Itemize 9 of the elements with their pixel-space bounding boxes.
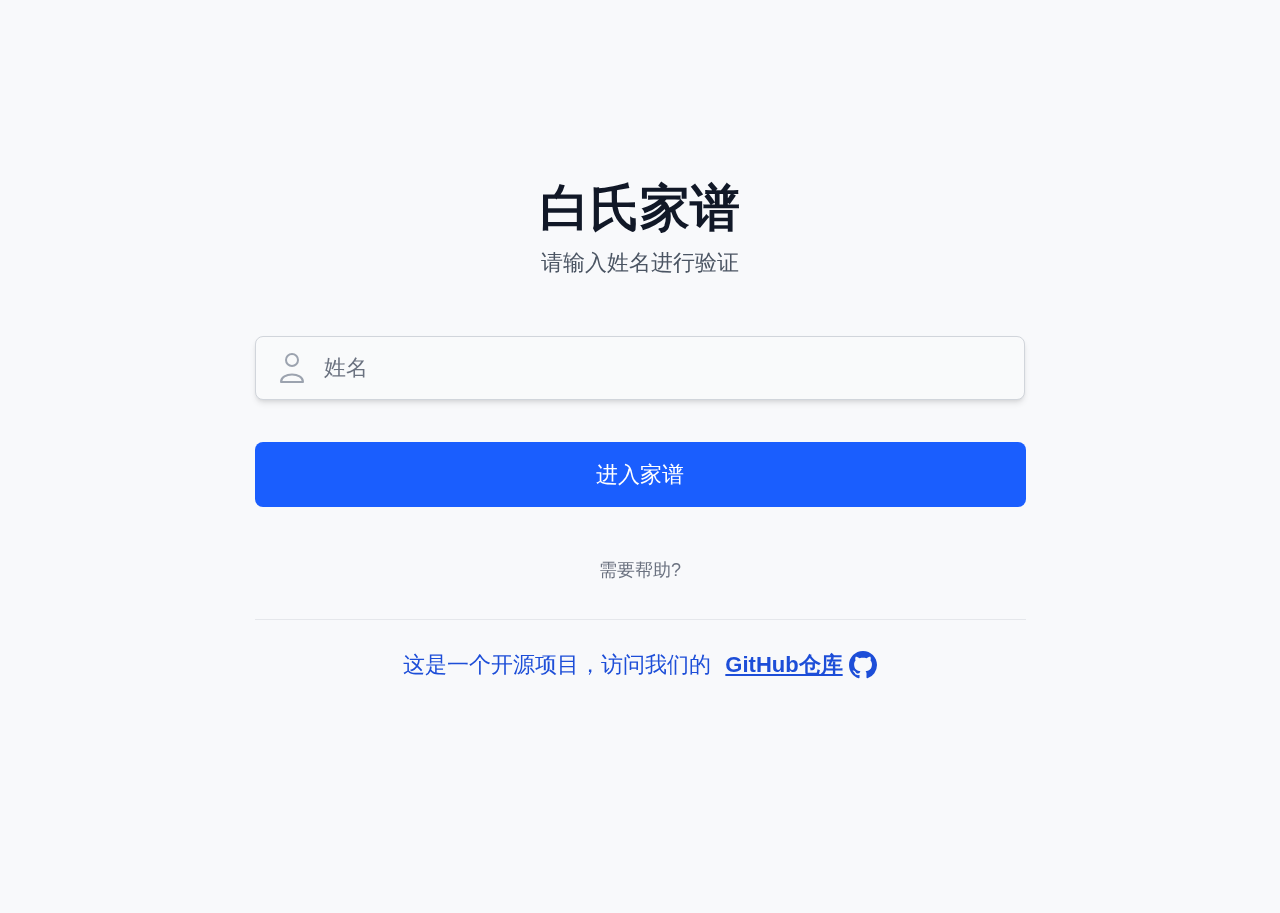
page-title: 白氏家谱 bbox=[540, 179, 740, 238]
user-icon bbox=[279, 352, 305, 384]
help-link[interactable]: 需要帮助? bbox=[599, 557, 681, 583]
footer-text: 这是一个开源项目，访问我们的 bbox=[403, 651, 712, 679]
name-field[interactable]: 姓名 bbox=[255, 336, 1025, 400]
github-link[interactable]: GitHub仓库 bbox=[725, 650, 843, 680]
github-icon[interactable] bbox=[848, 651, 877, 679]
subtitle: 请输入姓名进行验证 bbox=[541, 249, 739, 277]
submit-button[interactable]: 进入家谱 bbox=[254, 442, 1026, 507]
